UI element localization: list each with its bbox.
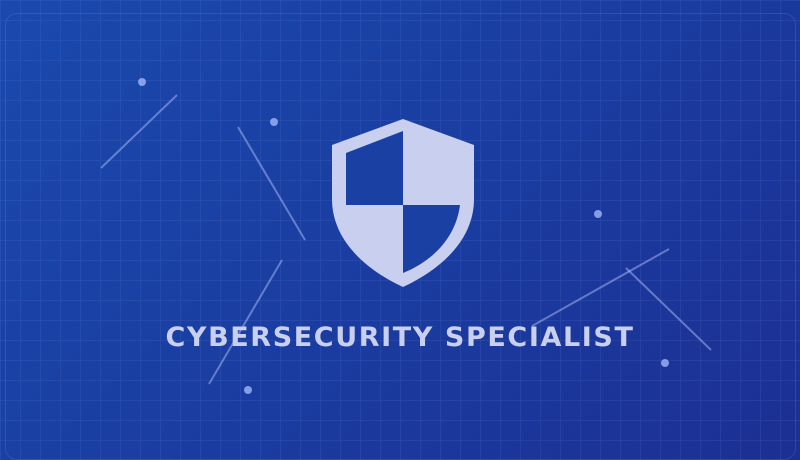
decor-dot	[594, 210, 602, 218]
page-title: CYBERSECURITY SPECIALIST	[165, 322, 635, 353]
decor-dot	[244, 386, 252, 394]
decor-dot	[270, 118, 278, 126]
decor-dot	[661, 359, 669, 367]
shield-icon	[332, 119, 474, 287]
cybersecurity-banner: CYBERSECURITY SPECIALIST	[0, 0, 800, 460]
decor-dot	[138, 78, 146, 86]
